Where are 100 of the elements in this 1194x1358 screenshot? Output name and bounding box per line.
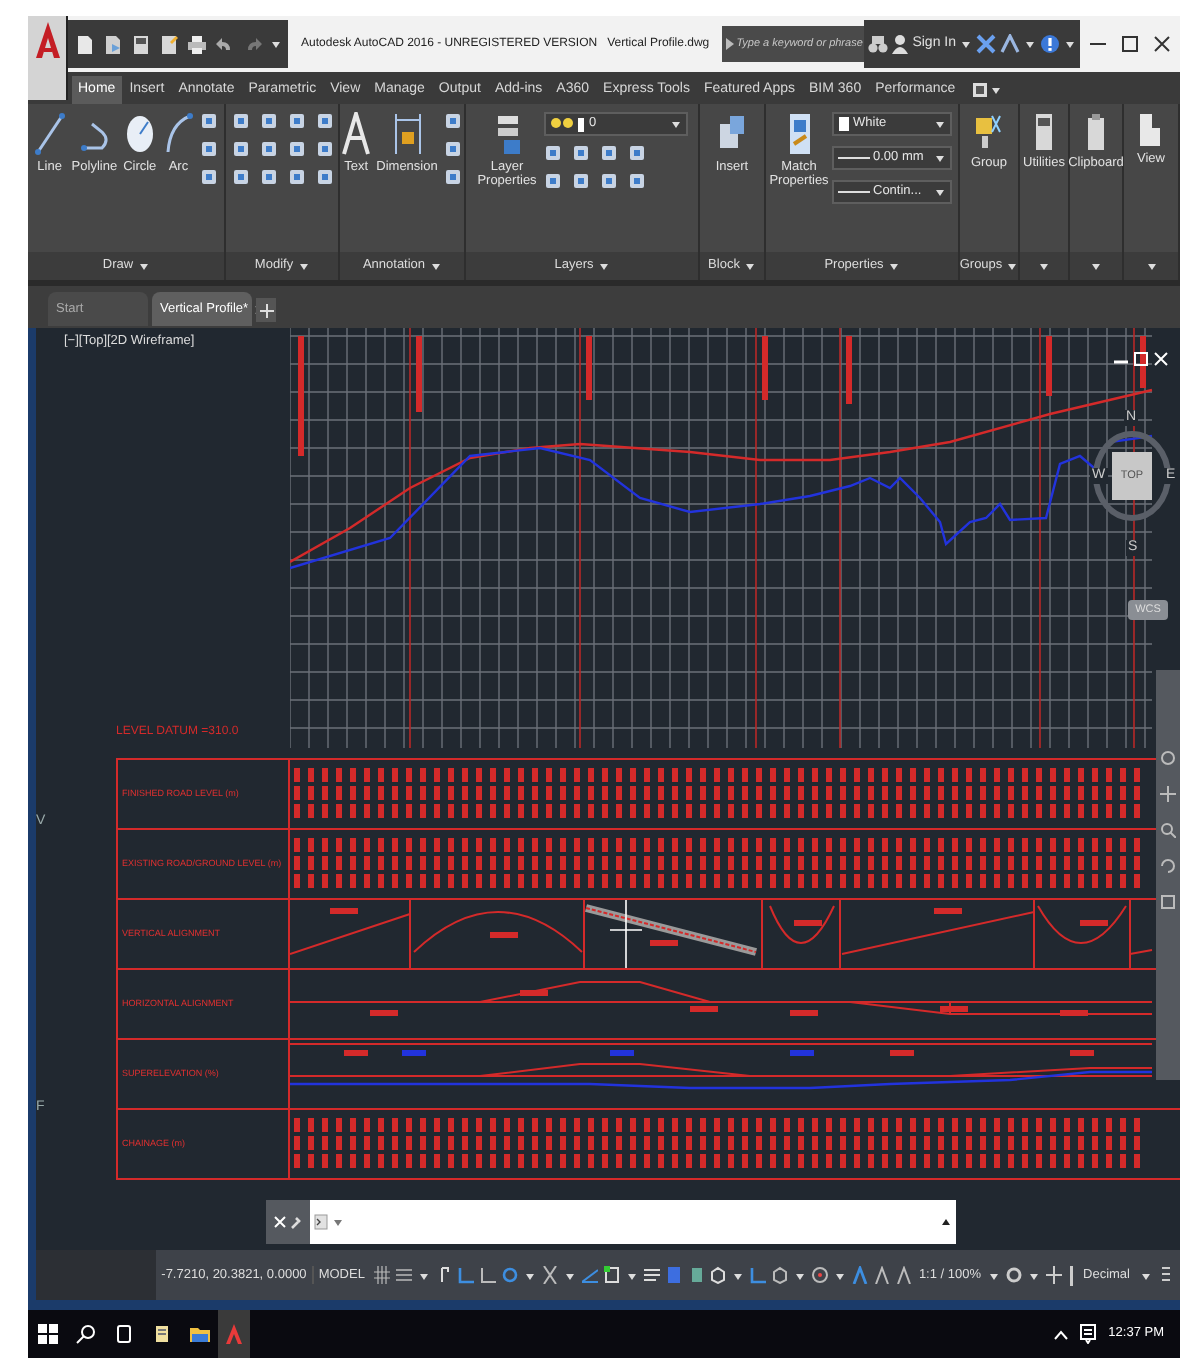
- caret-icon[interactable]: [1064, 38, 1076, 50]
- notepad-icon: [151, 1324, 171, 1344]
- caret-icon: [933, 186, 945, 198]
- save-as-icon[interactable]: [158, 33, 180, 55]
- caret-icon[interactable]: [418, 1269, 431, 1281]
- arc-tool-icon: [162, 112, 195, 156]
- zoom-icon[interactable]: [1160, 822, 1176, 838]
- caret-icon[interactable]: [1145, 260, 1157, 272]
- caret-icon[interactable]: [429, 260, 442, 272]
- circle-tool-icon: [123, 112, 156, 156]
- dimension-tool-icon: [391, 112, 423, 156]
- polar-tracking-icon[interactable]: [502, 1266, 519, 1284]
- caret-icon[interactable]: [960, 38, 972, 50]
- customization-icon[interactable]: [1158, 1266, 1174, 1284]
- line-sample-icon: [837, 188, 869, 196]
- caret-icon[interactable]: [834, 1269, 847, 1281]
- maximize-button[interactable]: [1120, 34, 1140, 54]
- caret-icon[interactable]: [987, 1269, 1000, 1281]
- close-icon[interactable]: [274, 1216, 286, 1228]
- caret-icon[interactable]: [564, 1269, 577, 1281]
- caret-icon[interactable]: [626, 1269, 639, 1281]
- command-line-field[interactable]: [310, 1200, 956, 1244]
- caret-icon[interactable]: [794, 1269, 807, 1281]
- separator-icon: [1067, 1265, 1074, 1285]
- windows-logo-icon: [37, 1324, 57, 1344]
- orbit-icon[interactable]: [1160, 858, 1176, 874]
- close-button[interactable]: [1152, 34, 1172, 54]
- task-view-icon: [113, 1324, 133, 1344]
- angle-icon[interactable]: [480, 1266, 497, 1284]
- caret-icon[interactable]: [1038, 260, 1050, 272]
- showmotion-icon[interactable]: [1160, 894, 1176, 910]
- caret-icon: [669, 118, 681, 130]
- panel-icon: [971, 82, 988, 98]
- up-caret-icon[interactable]: [940, 1216, 952, 1228]
- steering-wheel-icon[interactable]: [1160, 750, 1176, 766]
- clipboard-icon: [1086, 112, 1106, 152]
- triangle-app-icon: [226, 1324, 242, 1344]
- caret-icon[interactable]: [1006, 260, 1019, 272]
- dynamic-input-icon[interactable]: [436, 1266, 453, 1284]
- calculator-icon: [1034, 112, 1054, 152]
- save-icon[interactable]: [130, 33, 152, 55]
- gizmo-icon[interactable]: [772, 1266, 789, 1284]
- object-snap-tracking-icon[interactable]: [604, 1266, 621, 1284]
- undo-icon[interactable]: [214, 33, 236, 55]
- layer-state-icon: [549, 115, 585, 133]
- open-file-icon[interactable]: [102, 33, 124, 55]
- close-icon[interactable]: [1154, 352, 1168, 366]
- caret-icon[interactable]: [887, 260, 900, 272]
- caret-icon[interactable]: [732, 1269, 745, 1281]
- new-file-icon[interactable]: [74, 33, 96, 55]
- navigation-bar[interactable]: [1156, 670, 1180, 1080]
- caret-icon[interactable]: [597, 260, 610, 272]
- line-tool-icon: [33, 112, 66, 156]
- chevron-icon: [726, 38, 735, 50]
- pan-icon[interactable]: [1160, 786, 1176, 802]
- notification-icon[interactable]: [1080, 1324, 1097, 1344]
- caret-icon: [933, 152, 945, 164]
- lineweight-icon[interactable]: [644, 1266, 661, 1284]
- layer-stack-icon: [493, 112, 521, 156]
- snap-icon[interactable]: [396, 1266, 413, 1284]
- plus-icon[interactable]: [1045, 1266, 1062, 1284]
- caret-icon: [933, 118, 945, 130]
- user-icon: [892, 34, 909, 54]
- caret-icon[interactable]: [332, 1216, 344, 1228]
- caret-icon[interactable]: [743, 260, 756, 272]
- settings-icon[interactable]: [1005, 1266, 1022, 1284]
- selection-cycling-icon[interactable]: [688, 1266, 705, 1284]
- caret-icon[interactable]: [297, 260, 310, 272]
- caret-icon[interactable]: [524, 1269, 537, 1281]
- wrench-icon[interactable]: [290, 1215, 302, 1229]
- annotation-scale-icon[interactable]: [896, 1266, 913, 1284]
- match-properties-icon: [787, 112, 811, 156]
- annotation-monitor-icon[interactable]: [812, 1266, 829, 1284]
- auto-scale-icon[interactable]: [874, 1266, 891, 1284]
- x-shaped-icon[interactable]: [976, 34, 996, 54]
- caret-icon[interactable]: [1140, 1269, 1152, 1281]
- plus-icon: [259, 303, 273, 317]
- new-tab-button[interactable]: [256, 298, 276, 322]
- maximize-icon: [1120, 34, 1140, 54]
- caret-icon[interactable]: [1027, 1269, 1040, 1281]
- close-icon: [1152, 34, 1172, 54]
- caret-icon[interactable]: [989, 84, 1002, 96]
- caret-icon[interactable]: [1090, 260, 1102, 272]
- chevron-up-icon[interactable]: [1054, 1329, 1069, 1339]
- prompt-icon: [314, 1214, 328, 1230]
- print-icon[interactable]: [186, 33, 208, 55]
- 3d-object-snap-icon[interactable]: [710, 1266, 727, 1284]
- logo-icon: [31, 20, 63, 60]
- restore-icon[interactable]: [1134, 352, 1148, 366]
- binoculars-icon[interactable]: [868, 35, 889, 53]
- application-menu-button[interactable]: [28, 16, 68, 100]
- text-tool-icon: [342, 112, 371, 156]
- caret-icon[interactable]: [137, 260, 150, 272]
- color-swatch-icon: [837, 116, 849, 132]
- caret-icon[interactable]: [270, 38, 282, 50]
- help-icon[interactable]: [1040, 34, 1060, 54]
- isometric-icon[interactable]: [542, 1266, 559, 1284]
- grid-icon[interactable]: [374, 1266, 391, 1284]
- caret-icon[interactable]: [1024, 38, 1036, 50]
- view-tool-icon: [1138, 112, 1163, 148]
